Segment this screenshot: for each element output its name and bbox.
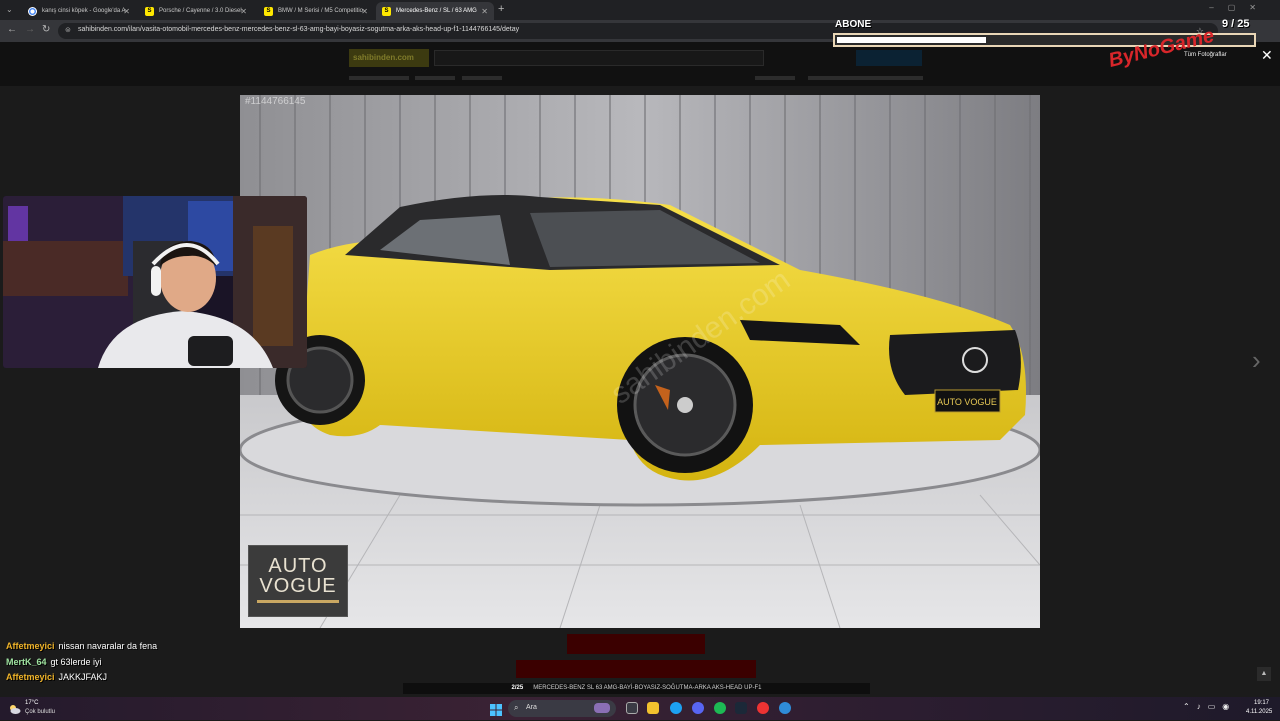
chat-text: nissan navaralar da fena xyxy=(58,641,158,651)
photo-index: 2/25 xyxy=(511,685,524,691)
webcam-feed xyxy=(3,196,307,368)
license-plate-text: AUTO VOGUE xyxy=(937,397,997,407)
next-photo-icon[interactable]: › xyxy=(1252,345,1261,376)
url-text: sahibinden.com/ilan/vasita-otomobil-merc… xyxy=(78,26,520,33)
chat-text: JAKKJFAKJ xyxy=(58,672,108,682)
breadcrumb xyxy=(462,76,502,80)
chat-message: Affetmeyici nissan navaralar da fena xyxy=(6,641,157,651)
sahibinden-icon: S xyxy=(145,6,154,16)
search-highlight-icon xyxy=(594,703,610,713)
weather-temperature: 17°C xyxy=(25,700,39,706)
chrome-icon[interactable] xyxy=(670,702,682,714)
breadcrumb xyxy=(349,76,409,80)
tab-search-icon[interactable]: ⌄ xyxy=(6,5,13,14)
close-icon[interactable]: ✕ xyxy=(240,7,247,16)
photo-caption-bar: 2/25 MERCEDES-BENZ SL 63 AMG-BAYİ-BOYASIZ… xyxy=(403,683,870,694)
browser-tab-bar: ⌄ kanış cinsi köpek - Google'da A ✕ S Po… xyxy=(0,0,1280,20)
tab-title: Mercedes-Benz / SL / 63 AMG xyxy=(396,8,477,14)
sahibinden-icon: S xyxy=(382,6,391,16)
search-icon: ⌕ xyxy=(514,703,519,712)
chat-username: Affetmeyici xyxy=(6,672,55,682)
new-tab-button[interactable]: + xyxy=(498,3,504,15)
app-icon[interactable] xyxy=(757,702,769,714)
browser-tab[interactable]: S Porsche / Cayenne / 3.0 Diesel ✕ xyxy=(139,2,253,20)
tab-title: kanış cinsi köpek - Google'da A xyxy=(42,8,126,14)
browser-tab[interactable]: S BMW / M Serisi / M5 Competitio ✕ xyxy=(258,2,374,20)
breadcrumb xyxy=(415,76,455,80)
taskbar-search-placeholder: Ara xyxy=(526,704,537,711)
chat-message: Affetmeyici JAKKJFAKJ xyxy=(6,672,107,682)
site-action-button[interactable] xyxy=(856,50,922,66)
site-info-icon[interactable]: ⊜ xyxy=(65,26,71,34)
edge-icon[interactable] xyxy=(779,702,791,714)
close-icon[interactable]: ✕ xyxy=(481,7,488,16)
windows-start-icon[interactable] xyxy=(490,703,502,721)
close-gallery-icon[interactable]: ✕ xyxy=(1261,47,1273,64)
subscriber-goal-counter: 9 / 25 xyxy=(1222,18,1250,30)
steam-icon[interactable] xyxy=(735,702,747,714)
photo-caption: MERCEDES-BENZ SL 63 AMG-BAYİ-BOYASIZ-SOĞ… xyxy=(533,685,762,691)
close-icon[interactable]: ✕ xyxy=(123,7,130,16)
weather-description: Çok bulutlu xyxy=(25,709,56,715)
chat-message: MertK_64 gt 63lerde iyi xyxy=(6,657,102,667)
breadcrumb xyxy=(755,76,795,80)
listing-highlight xyxy=(516,660,756,678)
breadcrumb xyxy=(808,76,923,80)
chat-text: gt 63lerde iyi xyxy=(50,657,102,667)
chat-username: Affetmeyici xyxy=(6,641,55,651)
price-highlight xyxy=(567,634,705,654)
scroll-to-top-button[interactable]: ▲ xyxy=(1257,667,1271,681)
task-view-icon[interactable] xyxy=(626,702,638,714)
window-controls[interactable]: –▢✕ xyxy=(1209,3,1270,12)
clock-date[interactable]: 4.11.2025 xyxy=(1246,709,1272,715)
sahibinden-icon: S xyxy=(264,6,273,16)
clock-time[interactable]: 19:17 xyxy=(1254,700,1269,706)
spotify-icon[interactable] xyxy=(714,702,726,714)
close-icon[interactable]: ✕ xyxy=(361,7,368,16)
discord-icon[interactable] xyxy=(692,702,704,714)
google-icon xyxy=(28,6,37,16)
windows-taskbar xyxy=(0,697,1280,720)
tab-title: BMW / M Serisi / M5 Competitio xyxy=(278,8,364,14)
browser-tab[interactable]: kanış cinsi köpek - Google'da A ✕ xyxy=(22,2,136,20)
forward-icon[interactable]: → xyxy=(25,24,35,35)
site-logo[interactable]: sahibinden.com xyxy=(349,49,429,67)
webcam-illustration xyxy=(3,196,307,368)
subscriber-goal-fill xyxy=(837,37,986,43)
system-tray-icons[interactable]: ⌃♪▭◉ xyxy=(1183,702,1236,711)
back-icon[interactable]: ← xyxy=(7,24,17,35)
file-explorer-icon[interactable] xyxy=(647,702,659,714)
subscriber-goal-label: ABONE xyxy=(835,19,872,30)
chat-username: MertK_64 xyxy=(6,657,47,667)
cloud-icon[interactable] xyxy=(8,702,21,714)
car-photo-illustration: AUTO VOGUE sahibinden.com xyxy=(240,95,1040,628)
listing-photo[interactable]: AUTO VOGUE sahibinden.com AUTO VOGUE xyxy=(240,95,1040,628)
browser-tab-active[interactable]: S Mercedes-Benz / SL / 63 AMG ✕ xyxy=(376,2,494,20)
taskbar-search-input[interactable]: ⌕ Ara xyxy=(508,700,616,717)
photo-listing-id: #1144766145 xyxy=(245,96,306,107)
reload-icon[interactable]: ↻ xyxy=(42,24,50,35)
dealer-logo: AUTO VOGUE xyxy=(248,545,348,617)
site-search-input[interactable] xyxy=(434,50,764,66)
tab-title: Porsche / Cayenne / 3.0 Diesel xyxy=(159,8,242,14)
